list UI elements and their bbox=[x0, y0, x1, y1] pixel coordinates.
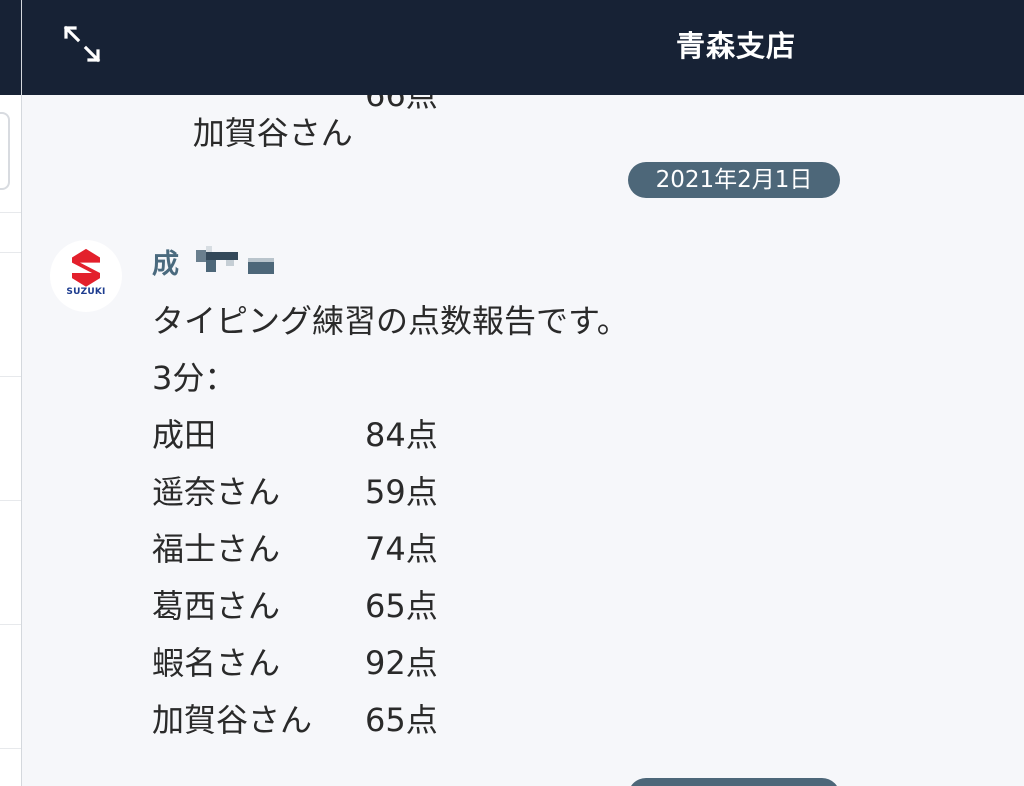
score-name: 加賀谷さん bbox=[152, 701, 313, 739]
score-name: 成田 bbox=[152, 416, 217, 454]
score-name: 葛西さん bbox=[152, 587, 281, 625]
score-value: 74点 bbox=[365, 530, 438, 568]
chat-title: 青森支店 bbox=[675, 29, 796, 63]
score-value: 84点 bbox=[365, 416, 438, 454]
left-panel-divider bbox=[0, 376, 21, 377]
sender-name-text: 成 bbox=[152, 249, 179, 280]
message-body: タイピング練習の点数報告です。 3分： 成田 84点 遥奈さん 59点 福士さん… bbox=[152, 293, 629, 749]
chat-header: 青森支店 bbox=[22, 0, 1024, 95]
left-panel-divider bbox=[0, 500, 21, 501]
score-value: 65点 bbox=[365, 587, 438, 625]
score-name: 蝦名さん bbox=[152, 644, 281, 682]
score-row: 福士さん 74点 bbox=[152, 521, 629, 578]
score-row: 成田 84点 bbox=[152, 407, 629, 464]
avatar-brand-text: SUZUKI bbox=[66, 287, 106, 297]
score-name: 遥奈さん bbox=[152, 473, 281, 511]
expand-arrows-icon[interactable] bbox=[60, 22, 106, 68]
left-panel-divider bbox=[0, 748, 21, 749]
message-duration: 3分： bbox=[152, 359, 237, 397]
score-row: 蝦名さん 92点 bbox=[152, 635, 629, 692]
chat-panel: 加賀谷さん 66点 青森支店 2021年2月1日 SUZUKI 成 タイピング練… bbox=[22, 0, 1024, 786]
left-panel bbox=[0, 0, 22, 786]
score-row: 遥奈さん 59点 bbox=[152, 464, 629, 521]
score-value: 65点 bbox=[365, 701, 438, 739]
score-row: 葛西さん 65点 bbox=[152, 578, 629, 635]
left-panel-divider bbox=[0, 212, 21, 213]
left-panel-search-box[interactable] bbox=[0, 112, 10, 190]
previous-message-name: 加賀谷さん bbox=[192, 114, 353, 152]
score-value: 92点 bbox=[365, 644, 438, 682]
sender-name[interactable]: 成 bbox=[152, 242, 274, 280]
left-panel-header bbox=[0, 0, 21, 95]
date-separator: 2021年2月1日 bbox=[628, 162, 840, 198]
left-panel-divider bbox=[0, 624, 21, 625]
suzuki-logo-icon bbox=[72, 248, 100, 287]
score-name: 福士さん bbox=[152, 530, 281, 568]
date-separator-next bbox=[628, 778, 840, 786]
redacted-name-block bbox=[196, 246, 274, 274]
score-value: 59点 bbox=[365, 473, 438, 511]
sender-avatar[interactable]: SUZUKI bbox=[50, 240, 122, 312]
score-row: 加賀谷さん 65点 bbox=[152, 692, 629, 749]
message-intro: タイピング練習の点数報告です。 bbox=[152, 302, 629, 340]
left-panel-divider bbox=[0, 252, 21, 253]
